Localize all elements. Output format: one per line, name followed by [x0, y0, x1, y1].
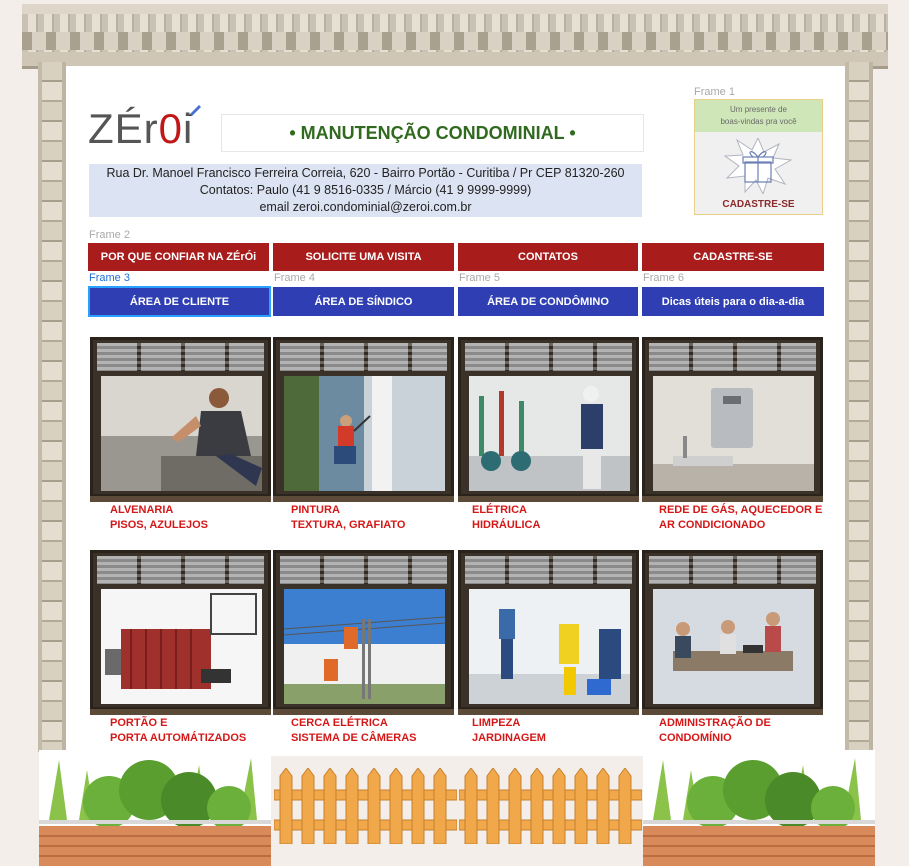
- stone-cornice: [22, 4, 888, 69]
- electrical-photo: [469, 376, 630, 491]
- masonry-photo: [101, 376, 262, 491]
- administration-photo: [653, 589, 814, 704]
- window-blinds: [465, 343, 632, 371]
- nav-request-visit-button[interactable]: SOLICITE UMA VISITA: [273, 243, 454, 271]
- wooden-fence-right: [459, 768, 642, 844]
- wooden-fence-left: [274, 768, 457, 844]
- welcome-gift-panel[interactable]: Um presente de boas-vindas pra você CADA…: [694, 99, 823, 215]
- automatic-gate-photo: [101, 589, 262, 704]
- frame-6-label: Frame 6: [643, 272, 684, 284]
- left-stone-pillar: [38, 62, 66, 752]
- painting-photo: [284, 376, 445, 491]
- window-blinds: [280, 343, 447, 371]
- frame-3-label: Frame 3: [89, 272, 130, 284]
- email-text: email zeroi.condominial@zeroi.com.br: [259, 200, 472, 214]
- gift-header: Um presente de boas-vindas pra você: [695, 100, 822, 132]
- contacts-text: Contatos: Paulo (41 9 8516-0335 / Márcio…: [199, 183, 532, 197]
- contact-info-box: Rua Dr. Manoel Francisco Ferreira Correi…: [89, 164, 642, 217]
- window-blinds: [649, 556, 816, 584]
- service-card-electric-fence[interactable]: [273, 550, 454, 715]
- window-blinds: [97, 343, 264, 371]
- tips-button[interactable]: Dicas úteis para o dia-a-dia: [642, 287, 824, 316]
- nav-signup-button[interactable]: CADASTRE-SE: [642, 243, 824, 271]
- gift-line-1: Um presente de: [730, 105, 787, 114]
- frame-5-label: Frame 5: [459, 272, 500, 284]
- logo-text-o: 0: [158, 105, 184, 152]
- pencil-icon: [189, 105, 201, 116]
- service-card-cleaning[interactable]: [458, 550, 639, 715]
- zeroi-logo[interactable]: ZÉr 0 i: [88, 100, 212, 158]
- service-card-masonry[interactable]: [90, 337, 271, 502]
- service-card-electrical[interactable]: [458, 337, 639, 502]
- frame-2-label: Frame 2: [89, 229, 130, 241]
- service-caption-administration: ADMINISTRAÇÃO DE CONDOMÍNIO: [659, 717, 771, 744]
- nav-contacts-button[interactable]: CONTATOS: [458, 243, 638, 271]
- service-caption-electrical: ELÉTRICA HIDRÁULICA: [472, 504, 541, 531]
- service-card-gas[interactable]: [642, 337, 823, 502]
- cleaning-photo: [469, 589, 630, 704]
- frame-1-label: Frame 1: [694, 86, 735, 98]
- service-caption-gas: REDE DE GÁS, AQUECEDOR E AR CONDICIONADO: [659, 504, 823, 531]
- service-caption-electric-fence: CERCA ELÉTRICA SISTEMA DE CÂMERAS: [291, 717, 417, 744]
- electric-fence-photo: [284, 589, 445, 704]
- gift-signup-link[interactable]: CADASTRE-SE: [695, 199, 822, 210]
- window-blinds: [97, 556, 264, 584]
- gift-line-2: boas-vindas pra você: [720, 117, 797, 126]
- resident-area-button[interactable]: ÁREA DE CONDÔMINO: [458, 287, 638, 316]
- service-caption-cleaning: LIMPEZA JARDINAGEM: [472, 717, 546, 744]
- right-stone-pillar: [845, 62, 873, 752]
- page-title: • MANUTENÇÃO CONDOMINIAL •: [221, 114, 644, 152]
- service-caption-masonry: ALVENARIA PISOS, AZULEJOS: [110, 504, 209, 531]
- garden-hedge-right: [643, 750, 875, 866]
- window-blinds: [280, 556, 447, 584]
- service-card-administration[interactable]: [642, 550, 823, 715]
- syndic-area-button[interactable]: ÁREA DE SÍNDICO: [273, 287, 454, 316]
- logo-text-a: ZÉr: [88, 105, 159, 152]
- gas-heater-photo: [653, 376, 814, 491]
- gift-box-icon: [723, 138, 793, 194]
- service-caption-painting: PINTURA TEXTURA, GRAFIATO: [291, 504, 406, 531]
- window-blinds: [649, 343, 816, 371]
- client-area-button[interactable]: ÁREA DE CLIENTE: [88, 286, 271, 317]
- address-text: Rua Dr. Manoel Francisco Ferreira Correi…: [106, 166, 625, 180]
- service-caption-gates: PORTÃO E PORTA AUTOMÁTIZADOS: [110, 717, 247, 744]
- window-blinds: [465, 556, 632, 584]
- nav-why-trust-button[interactable]: POR QUE CONFIAR NA ZÉrÓi: [88, 243, 269, 271]
- frame-4-label: Frame 4: [274, 272, 315, 284]
- service-card-painting[interactable]: [273, 337, 454, 502]
- service-card-gates[interactable]: [90, 550, 271, 715]
- garden-hedge-left: [39, 750, 271, 866]
